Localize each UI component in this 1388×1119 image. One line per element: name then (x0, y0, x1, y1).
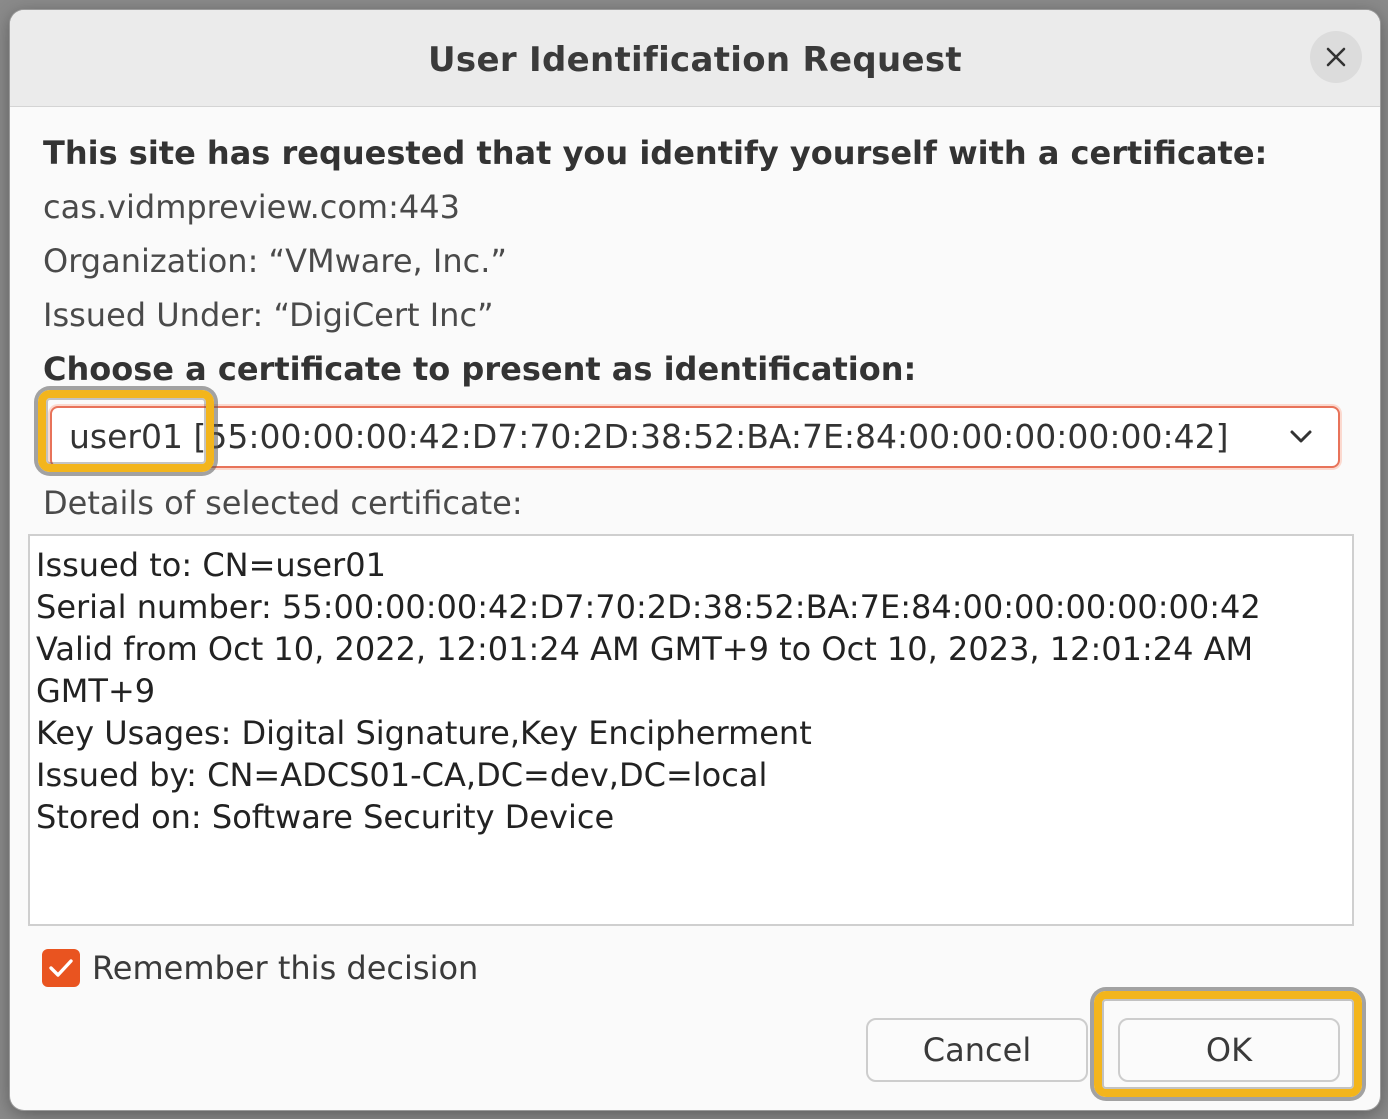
cancel-button[interactable]: Cancel (866, 1018, 1088, 1082)
certificate-dialog: User Identification Request This site ha… (10, 10, 1380, 1110)
checkmark-icon (49, 959, 73, 977)
remember-decision[interactable]: Remember this decision (42, 948, 478, 988)
details-label: Details of selected certificate: (43, 484, 523, 522)
remember-label: Remember this decision (92, 949, 479, 987)
choose-certificate-label: Choose a certificate to present as ident… (43, 350, 917, 388)
certificate-details[interactable]: Issued to: CN=user01 Serial number: 55:0… (28, 534, 1354, 926)
request-heading: This site has requested that you identif… (43, 134, 1268, 172)
chevron-down-icon (1290, 430, 1312, 443)
request-organization: Organization: “VMware, Inc.” (43, 242, 507, 280)
title-bar: User Identification Request (10, 10, 1380, 107)
ok-button[interactable]: OK (1118, 1018, 1340, 1082)
detail-issued-to: Issued to: CN=user01 (36, 546, 386, 584)
detail-serial-number: Serial number: 55:00:00:00:42:D7:70:2D:3… (36, 588, 1261, 626)
remember-checkbox[interactable] (42, 949, 80, 987)
detail-key-usages: Key Usages: Digital Signature,Key Enciph… (36, 714, 812, 752)
certificate-select-value: user01 [55:00:00:00:42:D7:70:2D:38:52:BA… (69, 417, 1229, 456)
dialog-title: User Identification Request (428, 40, 962, 80)
request-host: cas.vidmpreview.com:443 (43, 188, 460, 226)
close-icon (1326, 47, 1346, 67)
close-button[interactable] (1310, 31, 1362, 83)
certificate-select[interactable]: user01 [55:00:00:00:42:D7:70:2D:38:52:BA… (50, 406, 1340, 468)
detail-stored-on: Stored on: Software Security Device (36, 798, 615, 836)
detail-issued-by: Issued by: CN=ADCS01-CA,DC=dev,DC=local (36, 756, 768, 794)
detail-validity: Valid from Oct 10, 2022, 12:01:24 AM GMT… (36, 630, 1254, 710)
request-issued-under: Issued Under: “DigiCert Inc” (43, 296, 494, 334)
